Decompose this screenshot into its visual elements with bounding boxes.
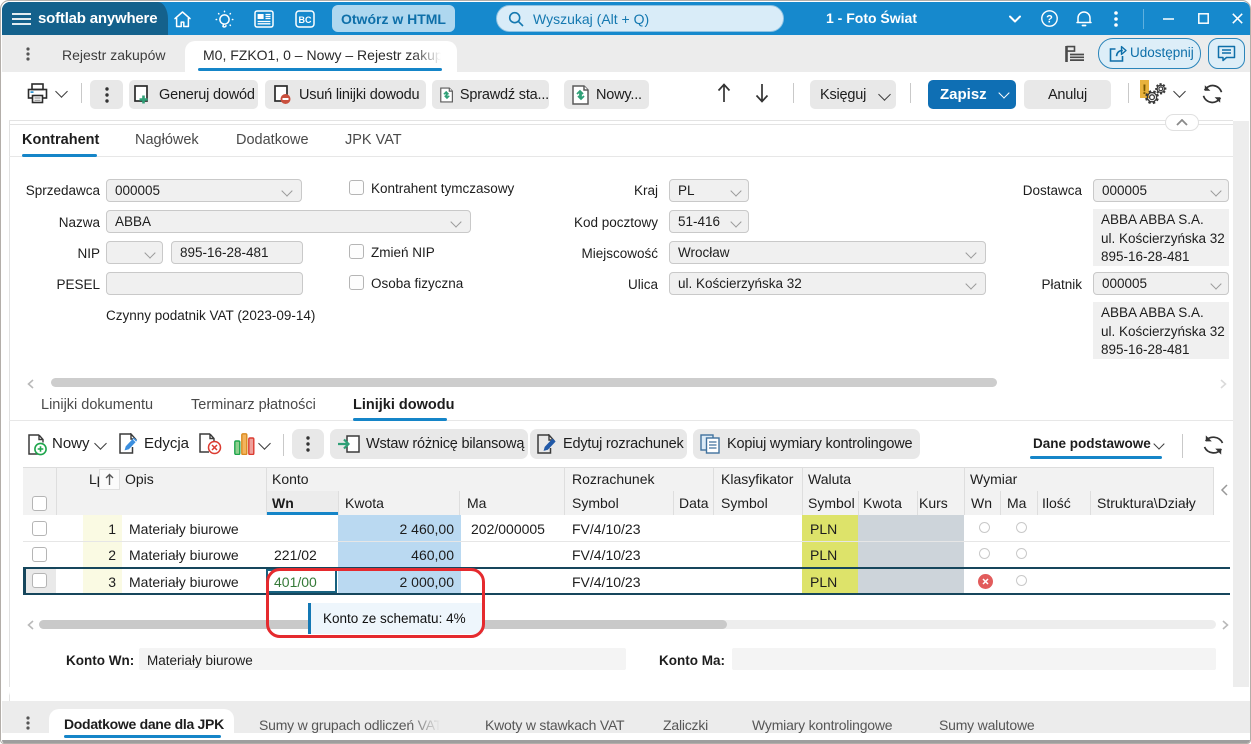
svg-text:?: ? (1046, 14, 1053, 26)
svg-text:BC: BC (299, 15, 312, 25)
